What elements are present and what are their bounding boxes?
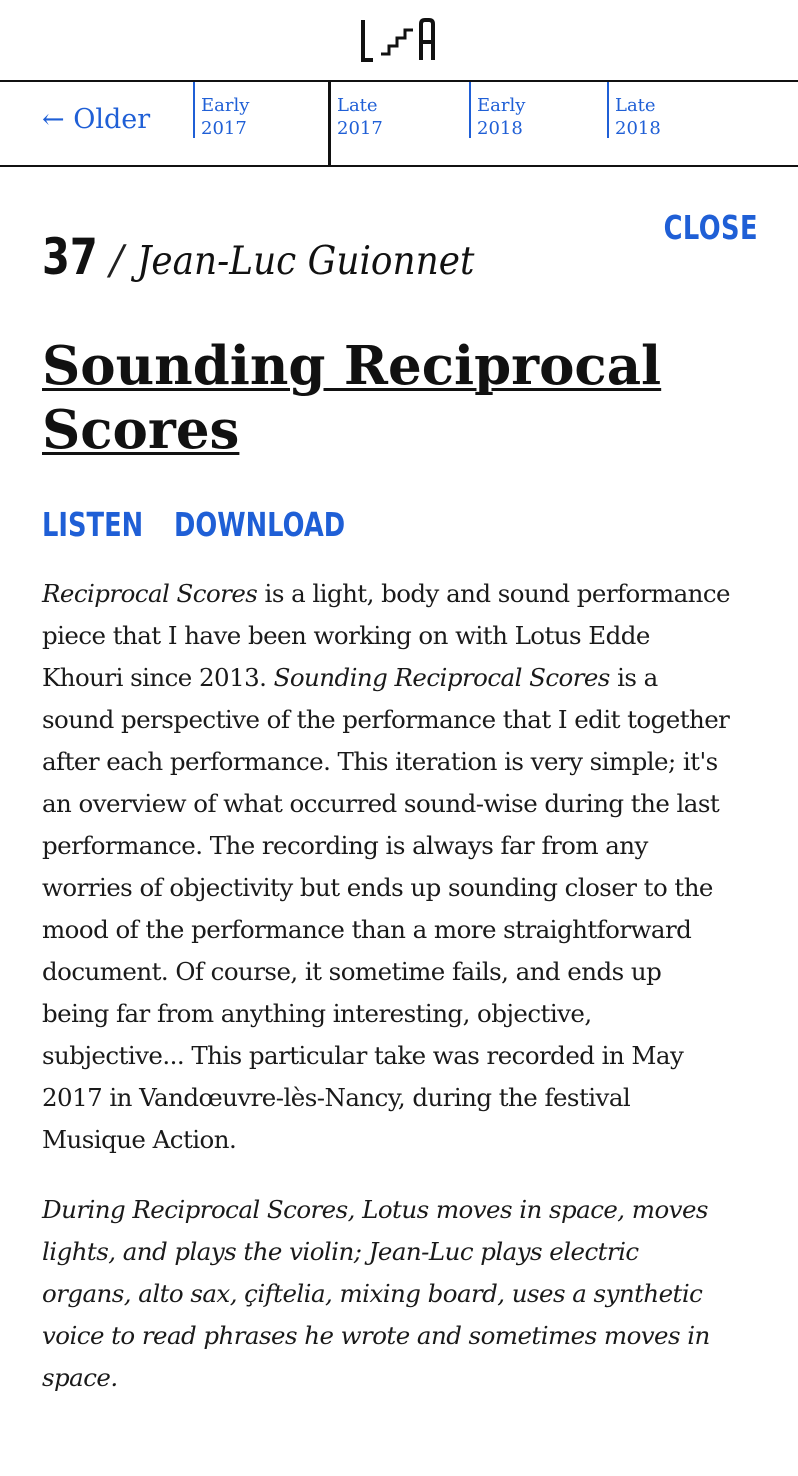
- period-label-line2: 2017: [337, 118, 383, 139]
- description-paragraph: Reciprocal Scores is a light, body and s…: [42, 573, 732, 1161]
- download-button[interactable]: DOWNLOAD: [174, 505, 345, 544]
- author-name: Jean-Luc Guionnet: [137, 239, 475, 284]
- period-early-2017[interactable]: Early 2017: [193, 82, 250, 139]
- stairs-logo-icon[interactable]: [359, 16, 439, 64]
- older-link[interactable]: ← Older: [42, 104, 150, 135]
- period-late-2018[interactable]: Late 2018: [607, 82, 661, 139]
- text-run: is a sound perspective of the performanc…: [42, 663, 730, 1154]
- period-label-line1: Early: [477, 95, 526, 116]
- site-header: [0, 0, 798, 80]
- period-label-line2: 2018: [477, 118, 523, 139]
- timeline-nav: ← Older Early 2017 Late 2017 Early 2018 …: [0, 80, 798, 167]
- period-label-line2: 2017: [201, 118, 247, 139]
- listen-button[interactable]: LISTEN: [42, 505, 143, 544]
- separator: /: [110, 238, 124, 284]
- credits-paragraph: During Reciprocal Scores, Lotus moves in…: [42, 1195, 710, 1392]
- entry-actions: LISTEN DOWNLOAD: [42, 505, 393, 544]
- entry-description: Reciprocal Scores is a light, body and s…: [42, 573, 732, 1427]
- italic-title: Reciprocal Scores: [42, 579, 258, 608]
- italic-title: Sounding Reciprocal Scores: [273, 663, 611, 692]
- period-early-2018[interactable]: Early 2018: [469, 82, 526, 139]
- period-label-line1: Early: [201, 95, 250, 116]
- close-button[interactable]: CLOSE: [664, 208, 758, 247]
- period-label-line2: 2018: [615, 118, 661, 139]
- period-label-line1: Late: [615, 95, 656, 116]
- period-label-line1: Late: [337, 95, 378, 116]
- entry-heading: 37 / Jean-Luc Guionnet: [42, 228, 504, 286]
- entry-title[interactable]: Sounding Reciprocal Scores: [42, 334, 762, 462]
- period-late-2017[interactable]: Late 2017: [328, 82, 383, 165]
- entry-number: 37: [42, 228, 98, 286]
